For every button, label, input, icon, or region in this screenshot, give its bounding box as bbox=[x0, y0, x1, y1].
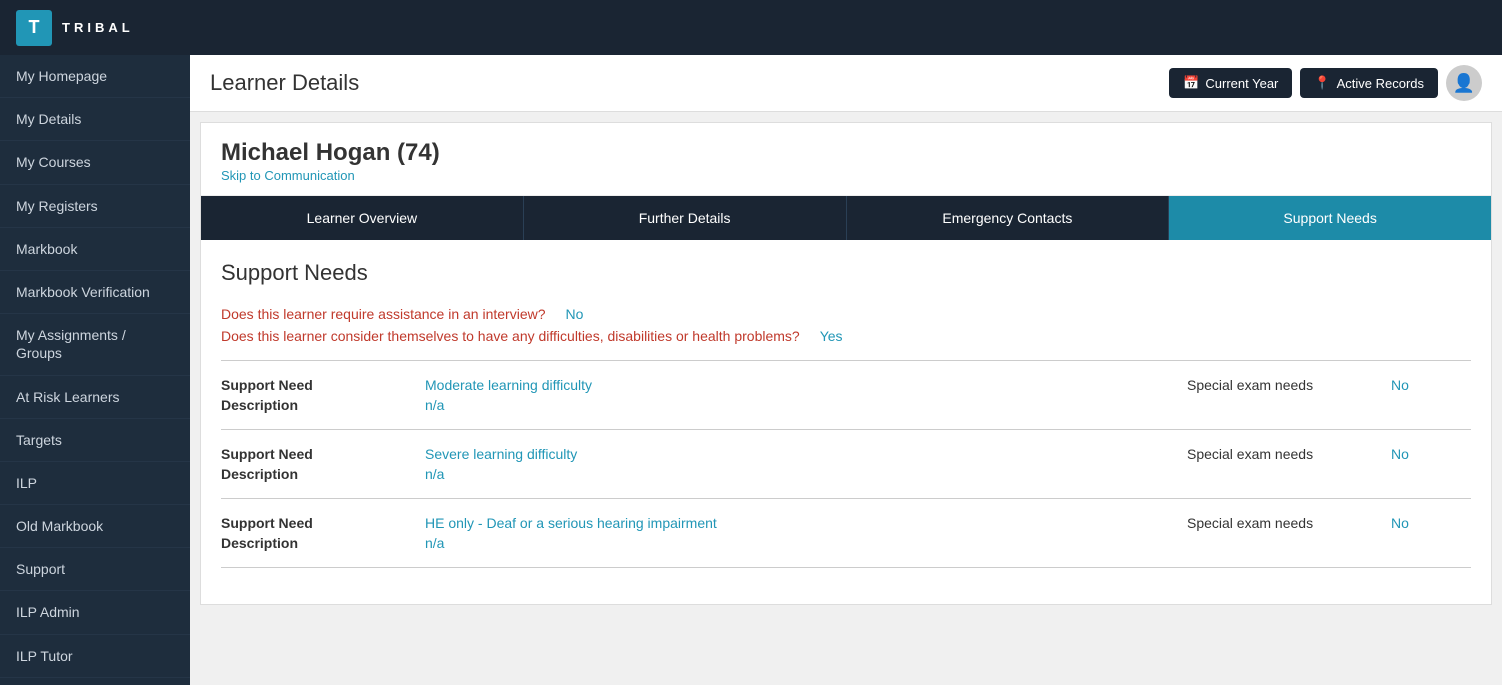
tab-further-details[interactable]: Further Details bbox=[524, 196, 847, 240]
support-need-label: Support Need bbox=[221, 515, 421, 531]
support-key-answer: No bbox=[1391, 446, 1471, 462]
sidebar-item-my-courses[interactable]: My Courses bbox=[0, 141, 190, 184]
logo-box: T bbox=[16, 10, 52, 46]
answer2: Yes bbox=[820, 328, 843, 344]
tab-navigation: Learner OverviewFurther DetailsEmergency… bbox=[201, 196, 1491, 240]
main-layout: My HomepageMy DetailsMy CoursesMy Regist… bbox=[0, 55, 1502, 685]
sidebar-item-support[interactable]: Support bbox=[0, 548, 190, 591]
answer1: No bbox=[566, 306, 584, 322]
current-year-button[interactable]: 📅 Current Year bbox=[1169, 68, 1292, 98]
divider-top bbox=[221, 360, 1471, 361]
support-divider-2 bbox=[221, 498, 1471, 499]
sidebar-item-markbook-verification[interactable]: Markbook Verification bbox=[0, 271, 190, 314]
header-actions: 📅 Current Year 📍 Active Records 👤 bbox=[1169, 65, 1482, 101]
support-need-value: Moderate learning difficulty bbox=[425, 377, 1183, 393]
sidebar-item-ilp[interactable]: ILP bbox=[0, 462, 190, 505]
sidebar: My HomepageMy DetailsMy CoursesMy Regist… bbox=[0, 55, 190, 685]
current-year-label: Current Year bbox=[1205, 76, 1278, 91]
support-key-label: Special exam needs bbox=[1187, 515, 1387, 531]
sidebar-item-targets[interactable]: Targets bbox=[0, 419, 190, 462]
learner-name-section: Michael Hogan (74) Skip to Communication bbox=[201, 123, 1491, 196]
support-desc-label: Description bbox=[221, 535, 421, 551]
support-desc-value: n/a bbox=[425, 535, 1183, 551]
support-desc-label: Description bbox=[221, 466, 421, 482]
support-key-label: Special exam needs bbox=[1187, 377, 1387, 393]
support-need-row-3: Support Need HE only - Deaf or a serious… bbox=[221, 515, 1471, 531]
support-desc-row-1: Description n/a bbox=[221, 397, 1471, 413]
sidebar-item-my-homepage[interactable]: My Homepage bbox=[0, 55, 190, 98]
logo-text: TRIBAL bbox=[62, 20, 134, 35]
support-need-label: Support Need bbox=[221, 446, 421, 462]
skip-to-communication-link[interactable]: Skip to Communication bbox=[221, 168, 355, 183]
active-records-label: Active Records bbox=[1337, 76, 1424, 91]
sidebar-item-ilp-admin[interactable]: ILP Admin bbox=[0, 591, 190, 634]
pin-icon: 📍 bbox=[1314, 75, 1330, 91]
support-need-row-2: Support Need Severe learning difficulty … bbox=[221, 446, 1471, 462]
support-desc-row-3: Description n/a bbox=[221, 535, 1471, 551]
sidebar-item-old-markbook[interactable]: Old Markbook bbox=[0, 505, 190, 548]
sidebar-item-ilp-tutor[interactable]: ILP Tutor bbox=[0, 635, 190, 678]
content-area: Learner Details 📅 Current Year 📍 Active … bbox=[190, 55, 1502, 685]
support-desc-row-2: Description n/a bbox=[221, 466, 1471, 482]
learner-content: Michael Hogan (74) Skip to Communication… bbox=[190, 112, 1502, 685]
support-key-answer: No bbox=[1391, 377, 1471, 393]
support-desc-value: n/a bbox=[425, 466, 1183, 482]
avatar[interactable]: 👤 bbox=[1446, 65, 1482, 101]
support-need-value: Severe learning difficulty bbox=[425, 446, 1183, 462]
support-content: Support Needs Does this learner require … bbox=[201, 240, 1491, 604]
content-header: Learner Details 📅 Current Year 📍 Active … bbox=[190, 55, 1502, 112]
tab-learner-overview[interactable]: Learner Overview bbox=[201, 196, 524, 240]
page-title: Learner Details bbox=[210, 70, 359, 96]
tab-support-needs[interactable]: Support Needs bbox=[1169, 196, 1491, 240]
support-desc-label: Description bbox=[221, 397, 421, 413]
sidebar-item-my-details[interactable]: My Details bbox=[0, 98, 190, 141]
support-need-value: HE only - Deaf or a serious hearing impa… bbox=[425, 515, 1183, 531]
support-need-label: Support Need bbox=[221, 377, 421, 393]
support-key-label: Special exam needs bbox=[1187, 446, 1387, 462]
support-desc-value: n/a bbox=[425, 397, 1183, 413]
support-needs-title: Support Needs bbox=[221, 260, 1471, 286]
tab-emergency-contacts[interactable]: Emergency Contacts bbox=[847, 196, 1170, 240]
support-key-answer: No bbox=[1391, 515, 1471, 531]
logo-area: T TRIBAL bbox=[16, 10, 134, 46]
active-records-button[interactable]: 📍 Active Records bbox=[1300, 68, 1438, 98]
support-need-row-1: Support Need Moderate learning difficult… bbox=[221, 377, 1471, 393]
support-items-container: Support Need Moderate learning difficult… bbox=[221, 377, 1471, 568]
learner-name: Michael Hogan (74) bbox=[221, 139, 1471, 167]
sidebar-item-my-registers[interactable]: My Registers bbox=[0, 185, 190, 228]
sidebar-item-markbook[interactable]: Markbook bbox=[0, 228, 190, 271]
calendar-icon: 📅 bbox=[1183, 75, 1199, 91]
top-header: T TRIBAL bbox=[0, 0, 1502, 55]
sidebar-item-at-risk-learners[interactable]: At Risk Learners bbox=[0, 376, 190, 419]
question1-text: Does this learner require assistance in … bbox=[221, 306, 546, 322]
support-divider-1 bbox=[221, 429, 1471, 430]
question2-text: Does this learner consider themselves to… bbox=[221, 328, 800, 344]
question-row-1: Does this learner require assistance in … bbox=[221, 306, 1471, 322]
question-row-2: Does this learner consider themselves to… bbox=[221, 328, 1471, 344]
learner-card: Michael Hogan (74) Skip to Communication… bbox=[200, 122, 1492, 605]
support-divider-3 bbox=[221, 567, 1471, 568]
sidebar-item-my-assignments--groups[interactable]: My Assignments / Groups bbox=[0, 314, 190, 375]
